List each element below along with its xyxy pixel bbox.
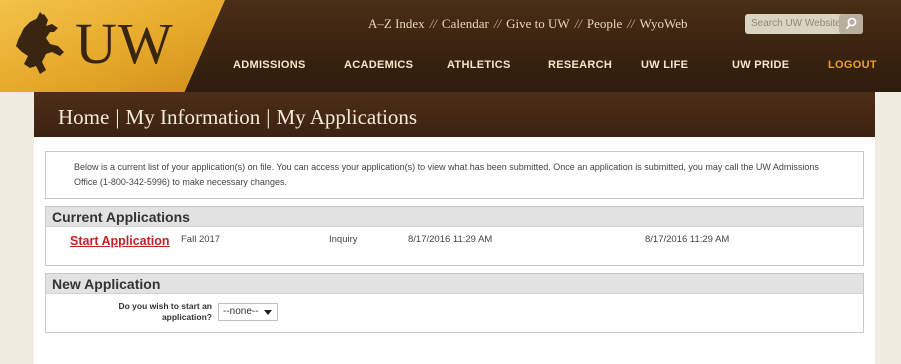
- nav-uw-pride[interactable]: UW PRIDE: [732, 59, 789, 71]
- main-content: Below is a current list of your applicat…: [34, 137, 875, 364]
- breadcrumb-home[interactable]: Home: [58, 105, 109, 129]
- breadcrumb: Home | My Information | My Applications: [58, 105, 418, 129]
- search-icon: [845, 17, 857, 30]
- form-row: Do you wish to start an application? --n…: [46, 294, 863, 322]
- application-term: Fall 2017: [181, 234, 221, 245]
- utility-link-give[interactable]: Give to UW: [506, 16, 570, 32]
- table-row: Start Application Fall 2017 Inquiry 8/17…: [46, 227, 863, 253]
- new-application-panel: New Application Do you wish to start an …: [45, 273, 864, 333]
- current-applications-panel: Current Applications Start Application F…: [45, 206, 864, 266]
- utility-link-wyoweb[interactable]: WyoWeb: [639, 16, 687, 32]
- logo-text: UW: [75, 11, 174, 76]
- nav-admissions[interactable]: ADMISSIONS: [233, 59, 306, 71]
- nav-academics[interactable]: ACADEMICS: [344, 59, 413, 71]
- breadcrumb-my-information[interactable]: My Information: [126, 105, 261, 129]
- utility-link-az-index[interactable]: A–Z Index: [368, 16, 425, 32]
- utility-link-calendar[interactable]: Calendar: [442, 16, 489, 32]
- nav-logout[interactable]: LOGOUT: [828, 59, 877, 71]
- start-application-question: Do you wish to start an application?: [118, 301, 212, 322]
- breadcrumb-my-applications: My Applications: [276, 105, 418, 129]
- site-header: UW A–Z Index//Calendar//Give to UW//Peop…: [0, 0, 901, 92]
- search-button[interactable]: [839, 14, 863, 34]
- logo-tab[interactable]: UW: [0, 0, 225, 92]
- chevron-down-icon: [264, 310, 272, 315]
- page-title-bar: Home | My Information | My Applications: [34, 92, 875, 137]
- bronco-logo-icon: [16, 12, 64, 74]
- select-value: --none--: [223, 306, 259, 317]
- nav-uw-life[interactable]: UW LIFE: [641, 59, 688, 71]
- utility-link-people[interactable]: People: [587, 16, 622, 32]
- current-applications-heading: Current Applications: [46, 207, 863, 227]
- application-created: 8/17/2016 11:29 AM: [408, 234, 493, 245]
- new-application-heading: New Application: [46, 274, 863, 294]
- start-application-link[interactable]: Start Application: [70, 234, 170, 248]
- nav-athletics[interactable]: ATHLETICS: [447, 59, 511, 71]
- application-updated: 8/17/2016 11:29 AM: [645, 234, 730, 245]
- nav-research[interactable]: RESEARCH: [548, 59, 612, 71]
- intro-text: Below is a current list of your applicat…: [45, 151, 864, 199]
- application-status: Inquiry: [329, 234, 358, 245]
- start-application-select[interactable]: --none--: [218, 303, 278, 321]
- utility-nav: A–Z Index//Calendar//Give to UW//People /…: [368, 16, 688, 32]
